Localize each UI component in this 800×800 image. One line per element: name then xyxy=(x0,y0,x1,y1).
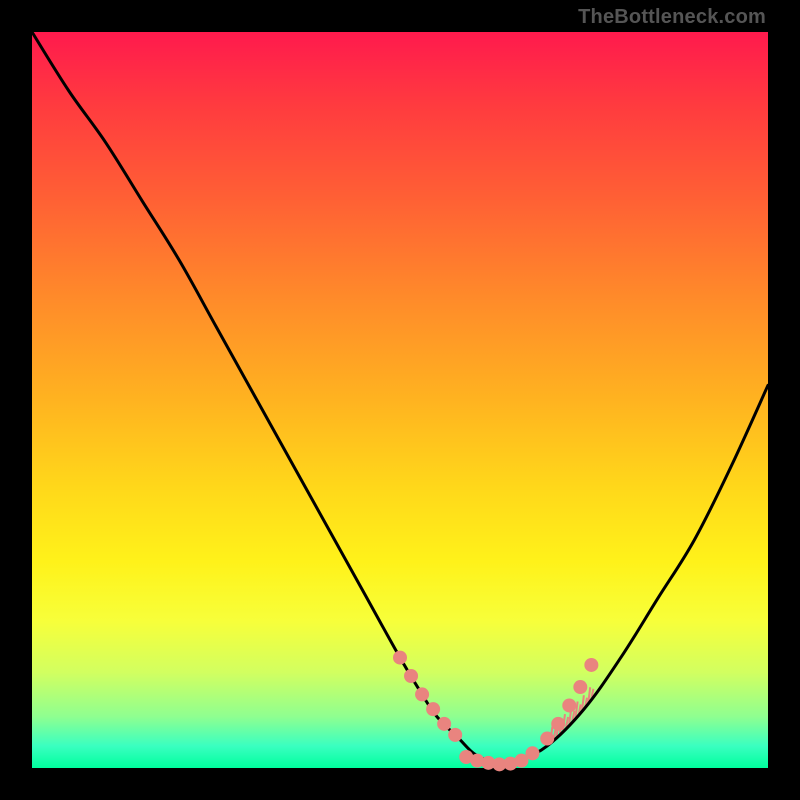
chart-frame: TheBottleneck.com xyxy=(0,0,800,800)
data-marker xyxy=(426,702,440,716)
chart-svg xyxy=(32,32,768,768)
data-marker xyxy=(573,680,587,694)
data-marker xyxy=(448,728,462,742)
data-marker xyxy=(393,651,407,665)
data-marker xyxy=(404,669,418,683)
data-marker xyxy=(540,732,554,746)
data-marker xyxy=(415,687,429,701)
hatching-group xyxy=(547,687,593,746)
data-marker xyxy=(584,658,598,672)
data-marker xyxy=(562,698,576,712)
markers-group xyxy=(393,651,598,772)
data-marker xyxy=(437,717,451,731)
watermark-label: TheBottleneck.com xyxy=(578,6,766,29)
data-marker xyxy=(525,746,539,760)
data-marker xyxy=(551,717,565,731)
